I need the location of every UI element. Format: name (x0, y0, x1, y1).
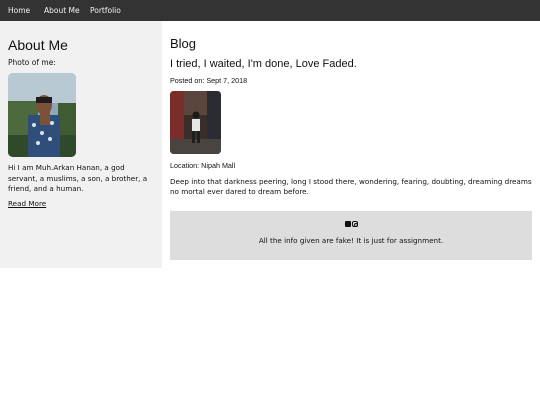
profile-photo (8, 73, 76, 157)
top-navbar: Home About Me Portfolio (0, 0, 540, 21)
bio-text: Hi I am Muh.Arkan Hanan, a god servant, … (8, 163, 148, 193)
footer: All the info given are fake! It is just … (170, 211, 532, 260)
nav-home-link[interactable]: Home (8, 0, 30, 21)
photo-label: Photo of me: (8, 58, 56, 67)
post-date: Posted on: Sept 7, 2018 (170, 76, 248, 85)
post-photo (170, 91, 221, 154)
footer-text: All the info given are fake! It is just … (258, 236, 444, 245)
facebook-icon[interactable] (344, 221, 351, 227)
read-more-link[interactable]: Read More (8, 199, 46, 208)
about-heading: About Me (8, 37, 68, 53)
instagram-icon[interactable] (351, 221, 358, 227)
post-body: Deep into that darkness peering, long I … (170, 177, 532, 196)
post-location: Location: Nipah Mall (170, 161, 236, 170)
nav-about-link[interactable]: About Me (44, 0, 80, 21)
social-icons (170, 221, 532, 229)
nav-portfolio-link[interactable]: Portfolio (90, 0, 121, 21)
post-title: I tried, I waited, I'm done, Love Faded. (170, 58, 357, 70)
blog-heading: Blog (170, 36, 197, 51)
about-sidebar: About Me Photo of me: Hi I am Muh.Arkan … (0, 21, 162, 268)
